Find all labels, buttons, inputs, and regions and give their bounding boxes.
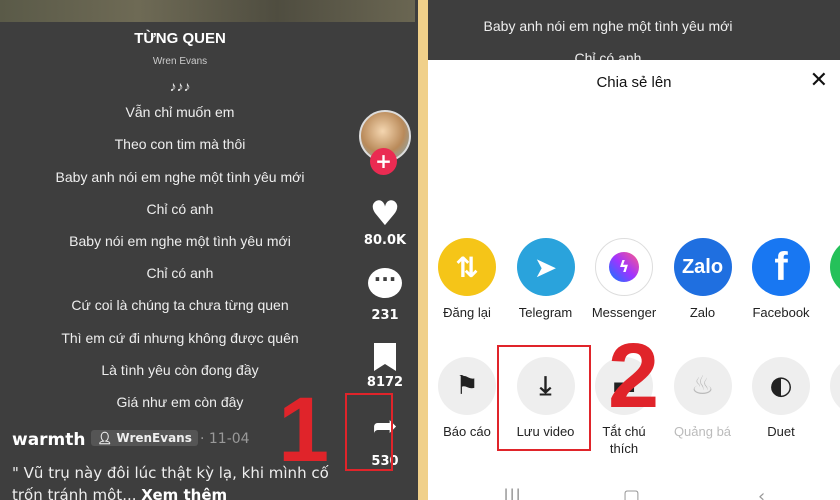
music-notes: ♪♪♪ xyxy=(169,78,191,94)
nav-home-icon[interactable]: ▢ xyxy=(623,486,640,500)
share-option-zalo[interactable]: Zalo Zalo xyxy=(663,238,743,321)
lyric-line: Chỉ có anh xyxy=(146,265,214,281)
artist-name: Wren Evans xyxy=(152,56,208,67)
lyric-line: Vẫn chỉ muốn em xyxy=(125,104,235,120)
share-option-label: Quảng bá xyxy=(673,424,732,439)
step-number-2: 2 xyxy=(608,325,660,427)
share-option-quảng-bá[interactable]: ♨ Quảng bá xyxy=(663,357,743,440)
share-option-đăng-lại[interactable]: ⇅ Đăng lại xyxy=(428,238,507,321)
highlight-box-share xyxy=(345,393,393,471)
heart-icon: ♥ xyxy=(369,194,401,234)
share-option-label: Đăng lại xyxy=(443,305,491,320)
post-date: · 11-04 xyxy=(200,431,250,447)
creator-tag-label: WrenEvans xyxy=(116,431,192,445)
highlight-box-save xyxy=(497,345,591,451)
song-title: TỪNG QUEN xyxy=(134,30,226,47)
share-option-label: Tắt chú thích xyxy=(602,424,646,456)
step-number-1: 1 xyxy=(278,379,330,481)
share-panel: Baby anh nói em nghe một tình yêu mới Ch… xyxy=(428,0,840,500)
video-panel: TỪNG QUEN Wren Evans ♪♪♪ Vẫn chỉ muốn em… xyxy=(0,0,418,500)
share-option-báo-cáo[interactable]: ⚑ Báo cáo xyxy=(428,357,507,440)
whatsapp-icon[interactable] xyxy=(830,238,840,296)
person-icon: 👤︎ xyxy=(97,431,117,445)
more-option-icon[interactable] xyxy=(830,357,840,415)
video-thumbnail xyxy=(0,0,415,22)
flag-icon: ⚑ xyxy=(438,357,496,415)
flame-icon: ♨ xyxy=(673,357,732,415)
lyric-line: Theo con tim mà thôi xyxy=(114,136,246,152)
lyric-line: Baby nói em nghe một tình yêu mới xyxy=(69,233,291,249)
duet-icon: ◐ xyxy=(752,357,810,415)
share-option-label: Telegram xyxy=(518,305,573,320)
share-option-label: Zalo xyxy=(689,305,716,320)
share-option-duet[interactable]: ◐ Duet xyxy=(741,357,821,440)
nav-back-icon[interactable]: ‹ xyxy=(758,486,765,500)
see-more-link[interactable]: Xem thêm xyxy=(141,486,227,500)
username[interactable]: warmth xyxy=(12,430,86,450)
comment-icon: ··· xyxy=(368,268,402,298)
messenger-icon: ϟ xyxy=(595,238,653,296)
comment-button[interactable]: ··· 231 xyxy=(360,268,410,323)
share-option-label: Báo cáo xyxy=(443,424,491,439)
lyric-line: Là tình yêu còn đong đầy xyxy=(101,362,259,378)
telegram-icon: ➤ xyxy=(516,238,575,296)
share-option-label: Facebook xyxy=(752,305,810,320)
zalo-icon: Zalo xyxy=(673,238,732,296)
creator-tag[interactable]: 👤︎ WrenEvans xyxy=(91,430,198,446)
share-option-label: Duet xyxy=(767,424,795,439)
follow-plus-icon[interactable]: + xyxy=(370,148,397,175)
lyric-line: Cứ coi là chúng ta chưa từng quen xyxy=(71,297,289,313)
facebook-icon: f xyxy=(752,238,810,296)
like-count: 80.0K xyxy=(363,233,407,248)
sheet-title: Chia sẻ lên xyxy=(596,74,672,91)
background-lyric: Baby anh nói em nghe một tình yêu mới xyxy=(483,18,733,34)
lyric-line: Chỉ có anh xyxy=(146,201,214,217)
save-count: 8172 xyxy=(366,375,404,390)
share-sheet: Chia sẻ lên ✕ ⇅ Đăng lại ➤ Telegram ϟ Messeng… xyxy=(428,60,840,500)
lyric-line: Thì em cứ đi nhưng không được quên xyxy=(61,330,299,346)
comment-count: 231 xyxy=(371,308,399,323)
repost-icon: ⇅ xyxy=(438,238,496,296)
lyric-line: Baby anh nói em nghe một tình yêu mới xyxy=(55,169,305,185)
share-option-label: Messenger xyxy=(591,305,657,320)
like-button[interactable]: ♥ 80.0K xyxy=(360,195,410,248)
share-option-messenger[interactable]: ϟ Messenger xyxy=(584,238,664,321)
share-option-telegram[interactable]: ➤ Telegram xyxy=(506,238,586,321)
save-button[interactable]: 8172 xyxy=(360,343,410,390)
nav-recents-icon[interactable]: ||| xyxy=(503,486,521,500)
close-icon[interactable]: ✕ xyxy=(810,68,828,93)
bookmark-icon xyxy=(374,343,396,371)
share-option-facebook[interactable]: f Facebook xyxy=(741,238,821,321)
